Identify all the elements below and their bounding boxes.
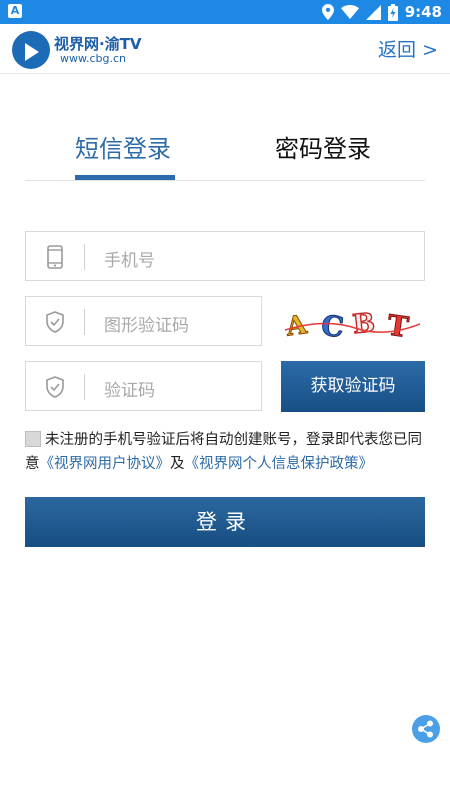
sms-code-placeholder: 验证码 bbox=[104, 381, 155, 401]
field-divider bbox=[84, 244, 85, 270]
status-time: 9:48 bbox=[404, 3, 442, 21]
svg-text:C: C bbox=[320, 309, 346, 344]
shield-check-icon bbox=[46, 376, 64, 398]
get-code-button[interactable]: 获取验证码 bbox=[281, 361, 425, 412]
field-divider bbox=[84, 309, 85, 335]
agreement-text: 未注册的手机号验证后将自动创建账号，登录即代表您已同意《视界网用户协议》及《视界… bbox=[25, 428, 427, 476]
user-agreement-link[interactable]: 《视界网用户协议》 bbox=[40, 456, 171, 472]
share-button[interactable] bbox=[412, 715, 440, 743]
active-tab-indicator bbox=[75, 175, 175, 180]
signal-icon bbox=[365, 4, 381, 20]
sms-code-field[interactable]: 验证码 bbox=[25, 361, 262, 411]
privacy-policy-link[interactable]: 《视界网个人信息保护政策》 bbox=[185, 456, 374, 472]
share-icon bbox=[418, 720, 433, 738]
agreement-checkbox[interactable] bbox=[25, 431, 41, 447]
battery-icon bbox=[387, 3, 398, 21]
login-button[interactable]: 登录 bbox=[25, 497, 425, 547]
captcha-placeholder: 图形验证码 bbox=[104, 316, 189, 336]
logo: 视界网·渝TV www.cbg.cn bbox=[12, 29, 152, 69]
logo-url: www.cbg.cn bbox=[60, 52, 127, 65]
shield-check-icon bbox=[46, 311, 64, 333]
captcha-field[interactable]: 图形验证码 bbox=[25, 296, 262, 346]
back-link[interactable]: 返回 > bbox=[378, 35, 438, 62]
field-divider bbox=[84, 374, 85, 400]
logo-name: 视界网·渝TV bbox=[54, 35, 142, 53]
agreement-connector: 及 bbox=[170, 456, 185, 472]
wifi-icon bbox=[340, 5, 359, 19]
status-bar: A 9:48 bbox=[0, 0, 450, 24]
phone-placeholder: 手机号 bbox=[104, 251, 155, 271]
tab-password-login[interactable]: 密码登录 bbox=[275, 129, 371, 164]
status-icons: 9:48 bbox=[321, 0, 442, 24]
svg-text:T: T bbox=[385, 309, 410, 345]
logo-play-icon bbox=[12, 31, 50, 69]
captcha-image[interactable]: A C B T bbox=[285, 300, 420, 346]
phone-field[interactable]: 手机号 bbox=[25, 231, 425, 281]
phone-icon bbox=[47, 245, 63, 269]
location-icon bbox=[321, 4, 334, 20]
notification-app-icon: A bbox=[8, 4, 22, 18]
app-header: 视界网·渝TV www.cbg.cn 返回 > bbox=[0, 24, 450, 74]
tab-sms-login[interactable]: 短信登录 bbox=[75, 129, 171, 164]
svg-text:B: B bbox=[351, 308, 376, 340]
login-tabs: 短信登录 密码登录 bbox=[25, 115, 425, 181]
